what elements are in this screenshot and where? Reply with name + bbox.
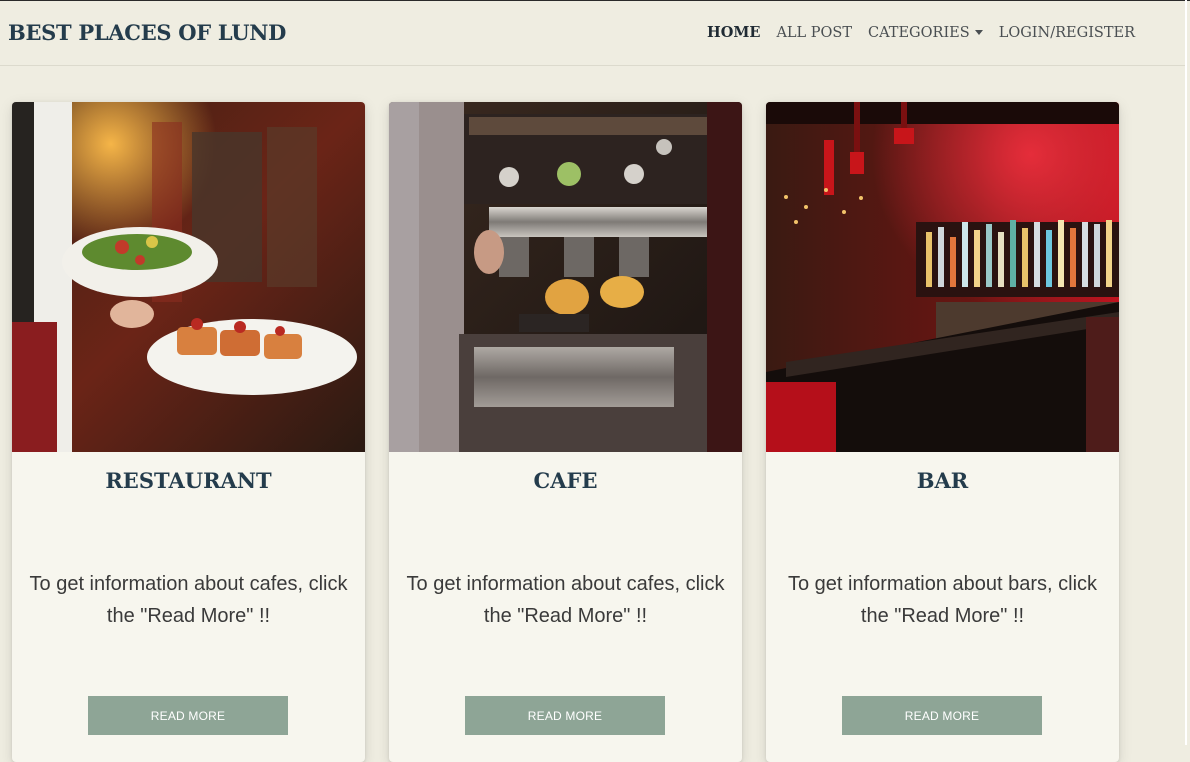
caret-down-icon: [974, 30, 983, 35]
card-description: To get information about cafes, click th…: [29, 573, 348, 627]
window-right-edge: [1185, 0, 1187, 745]
category-card-restaurant: RESTAURANT To get information about cafe…: [12, 102, 365, 762]
card-description: To get information about bars, click the…: [787, 573, 1098, 627]
category-card-bar: BAR To get information about bars, click…: [766, 102, 1119, 762]
nav-item-login-register[interactable]: LOGIN/REGISTER: [999, 25, 1135, 41]
cafe-photo: [389, 102, 742, 452]
category-card-cafe: CAFE To get information about cafes, cli…: [389, 102, 742, 762]
site-brand[interactable]: BEST PLACES OF LUND: [8, 20, 286, 45]
read-more-button[interactable]: READ MORE: [88, 696, 288, 735]
read-more-button[interactable]: READ MORE: [842, 696, 1042, 735]
card-description: To get information about cafes, click th…: [406, 573, 725, 627]
nav-item-home[interactable]: HOME: [707, 24, 760, 41]
read-more-button[interactable]: READ MORE: [465, 696, 665, 735]
restaurant-photo: [12, 102, 365, 452]
nav-item-all-post[interactable]: ALL POST: [776, 25, 852, 41]
card-title: CAFE: [533, 468, 598, 493]
nav-menu: HOME ALL POST CATEGORIES LOGIN/REGISTER: [707, 24, 1151, 41]
navbar: BEST PLACES OF LUND HOME ALL POST CATEGO…: [0, 1, 1185, 66]
card-title: BAR: [916, 468, 969, 493]
card-title: RESTAURANT: [105, 468, 272, 493]
nav-item-categories[interactable]: CATEGORIES: [868, 25, 983, 41]
bar-photo: [766, 102, 1119, 452]
nav-item-categories-label: CATEGORIES: [868, 24, 970, 41]
